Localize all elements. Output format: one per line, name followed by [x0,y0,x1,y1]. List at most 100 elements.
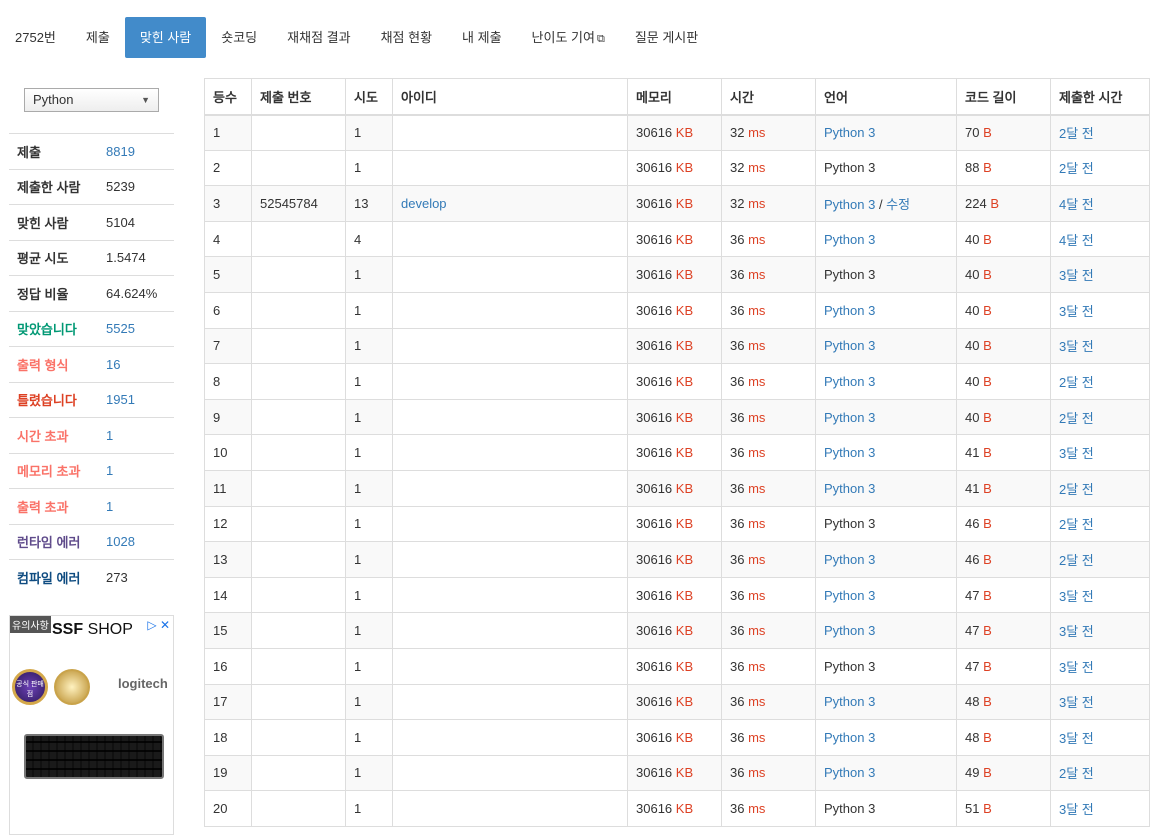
language-cell: Python 3 [815,114,957,151]
stat-label: 출력 형식 [17,357,69,373]
language-label[interactable]: Python 3 [824,125,875,140]
memory-value: 30616 [636,658,673,674]
language-label[interactable]: Python 3 [824,623,875,638]
submitted-time-link[interactable]: 3달 전 [1059,802,1094,817]
tab-5[interactable]: 채점 현황 [366,17,447,58]
stat-value[interactable]: 5525 [106,321,135,336]
time-unit: ms [748,195,766,211]
rank-cell: 1 [204,114,252,151]
submitted-time-cell: 3달 전 [1050,790,1150,827]
submitted-time-cell: 3달 전 [1050,719,1150,756]
memory-cell: 30616 KB [627,719,722,756]
submitted-time-link[interactable]: 3달 전 [1059,339,1094,354]
code-length-unit: B [983,765,992,781]
submitted-time-link[interactable]: 2달 전 [1059,553,1094,568]
tab-0[interactable]: 2752번 [0,17,71,58]
submitted-time-link[interactable]: 2달 전 [1059,482,1094,497]
submitted-time-link[interactable]: 3달 전 [1059,268,1094,283]
time-value: 32 [730,125,745,141]
user-link[interactable]: develop [401,196,447,211]
submitted-time-link[interactable]: 2달 전 [1059,517,1094,532]
code-length-cell: 46 B [956,541,1051,578]
submitted-time-link[interactable]: 3달 전 [1059,624,1094,639]
stat-value: 273 [106,569,128,585]
language-label[interactable]: Python 3 [824,730,875,745]
time-cell: 36 ms [721,754,816,792]
rank-cell: 9 [204,398,252,436]
stat-label: 제출 [17,144,41,160]
memory-value: 30616 [636,765,673,781]
submitted-time-link[interactable]: 3달 전 [1059,304,1094,319]
submitted-time-link[interactable]: 3달 전 [1059,446,1094,461]
submitted-time-link[interactable]: 2달 전 [1059,375,1094,390]
time-cell: 36 ms [721,541,816,578]
rank-cell: 5 [204,256,252,293]
language-label[interactable]: Python 3 [824,481,875,496]
language-label[interactable]: Python 3 [824,197,875,212]
submitted-time-link[interactable]: 2달 전 [1059,126,1094,141]
column-header: 언어 [815,78,957,116]
memory-unit: KB [675,231,694,247]
language-label[interactable]: Python 3 [824,410,875,425]
time-value: 36 [730,801,745,817]
stat-value[interactable]: 8819 [106,144,135,159]
stat-value[interactable]: 1951 [106,392,135,407]
time-unit: ms [748,160,766,176]
tab-6[interactable]: 내 제출 [447,17,517,58]
edit-link[interactable]: 수정 [886,197,910,212]
submitted-time-link[interactable]: 2달 전 [1059,161,1094,176]
code-length-value: 48 [965,729,980,745]
tries-cell: 1 [345,398,393,436]
language-label[interactable]: Python 3 [824,303,875,318]
memory-unit: KB [675,267,694,283]
submitted-time-link[interactable]: 3달 전 [1059,695,1094,710]
table-row: 16 1 30616 KB 36 ms Python 3 47 B 3달 전 [204,647,1150,685]
stats-table: 제출 8819 제출한 사람 5239 맞힌 사람 5104 평균 시도 1.5474 정답 비… [9,133,174,595]
memory-cell: 30616 KB [627,434,722,471]
submitted-time-link[interactable]: 3달 전 [1059,660,1094,675]
stat-value[interactable]: 16 [106,357,120,372]
language-label[interactable]: Python 3 [824,765,875,780]
language-label[interactable]: Python 3 [824,552,875,567]
user-cell [392,256,628,293]
submitted-time-link[interactable]: 4달 전 [1059,197,1094,212]
tab-3[interactable]: 숏코딩 [206,17,272,58]
tab-4[interactable]: 재채점 결과 [272,17,365,58]
time-unit: ms [748,445,766,461]
tab-1[interactable]: 제출 [71,17,125,58]
language-label[interactable]: Python 3 [824,445,875,460]
submitted-time-link[interactable]: 2달 전 [1059,411,1094,426]
rank-cell: 10 [204,434,252,471]
stat-value[interactable]: 1 [106,463,113,478]
stat-value[interactable]: 1 [106,499,113,514]
code-length-value: 47 [965,623,980,639]
submitted-time-link[interactable]: 3달 전 [1059,589,1094,604]
time-value: 36 [730,623,745,639]
time-value: 36 [730,338,745,354]
ad-choices-icon[interactable]: ▷ ✕ [147,618,170,632]
time-cell: 36 ms [721,363,816,400]
language-label[interactable]: Python 3 [824,374,875,389]
tab-2[interactable]: 맞힌 사람 [124,17,207,58]
stat-value[interactable]: 1 [106,428,113,443]
memory-unit: KB [675,160,694,176]
user-cell [392,149,628,187]
language-label[interactable]: Python 3 [824,338,875,353]
tab-8[interactable]: 질문 게시판 [620,17,713,58]
tab-7[interactable]: 난이도 기여 ⧉ [517,17,620,58]
language-label[interactable]: Python 3 [824,588,875,603]
submitted-time-link[interactable]: 3달 전 [1059,731,1094,746]
tab-label: 질문 게시판 [634,30,699,45]
submitted-time-link[interactable]: 4달 전 [1059,233,1094,248]
advertisement[interactable]: 유의사항 SSF SHOP ▷ ✕ 공식 판매점 logitech [9,615,174,835]
memory-value: 30616 [636,480,673,496]
code-length-cell: 47 B [956,612,1051,649]
code-length-unit: B [983,694,992,710]
language-label[interactable]: Python 3 [824,232,875,247]
stat-label: 출력 초과 [17,499,69,515]
ad-brand: SSF SHOP [52,621,133,639]
language-select[interactable]: Python ▼ [24,88,159,112]
language-label[interactable]: Python 3 [824,694,875,709]
submitted-time-link[interactable]: 2달 전 [1059,766,1094,781]
stat-value[interactable]: 1028 [106,534,135,549]
